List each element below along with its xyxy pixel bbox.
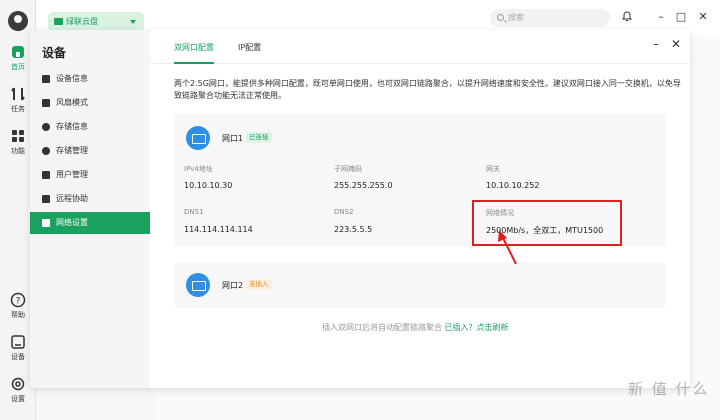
rail-device-label: 设备 (11, 353, 25, 361)
gateway-label: 网关 (486, 165, 500, 173)
footer-text: 插入双网口后将自动配置链路聚合 (322, 323, 442, 332)
footer-hint: 插入双网口后将自动配置链路聚合 已插入？点击刷新 (322, 322, 509, 333)
rail-home-label: 首页 (11, 63, 25, 71)
refresh-link[interactable]: 已插入？点击刷新 (445, 323, 509, 332)
watermark: 新 值 什么 (628, 380, 710, 398)
rail-features-label: 功能 (11, 147, 25, 155)
fan-icon (42, 99, 50, 107)
pie-icon (42, 123, 50, 131)
search-input[interactable]: 搜索 (490, 9, 610, 27)
drive-label: 绿联云盘 (66, 17, 98, 26)
sidebar-item-label: 风扇模式 (56, 98, 88, 107)
drive-selector[interactable]: 绿联云盘 (48, 12, 144, 32)
sidebar-item-remote-assist[interactable]: 远程协助 (30, 188, 150, 210)
maximize-icon[interactable]: □ (674, 10, 688, 24)
sidebar-item-storage-info[interactable]: 存储信息 (30, 116, 150, 138)
sidebar-item-label: 存储管理 (56, 146, 88, 155)
ethernet-port-icon (186, 273, 210, 297)
minimize-icon[interactable]: – (654, 10, 668, 24)
highlight-box (472, 200, 622, 246)
info-icon (42, 75, 50, 83)
active-tab-indicator (174, 62, 214, 64)
sidebar-item-network[interactable]: 网络设置 (30, 212, 150, 234)
port2-card: 网口2 未插入 (174, 262, 666, 308)
user-avatar[interactable] (8, 11, 28, 31)
port2-name: 网口2 (222, 281, 244, 290)
remote-icon (42, 195, 50, 203)
subnet-value: 255.255.255.0 (334, 181, 393, 190)
dialog-title: 设备 (42, 46, 67, 60)
users-icon (42, 171, 50, 179)
gateway-value: 10.10.10.252 (486, 181, 540, 190)
close-icon[interactable]: ✕ (670, 38, 682, 50)
rail-settings-label: 设置 (11, 395, 25, 403)
dialog-sidebar: 设备 设备信息 风扇模式 存储信息 存储管理 用户管理 远程协助 网络设置 (30, 30, 150, 388)
help-icon: ? (10, 292, 26, 308)
device-icon (11, 335, 25, 349)
sidebar-item-storage-manage[interactable]: 存储管理 (30, 140, 150, 162)
search-placeholder: 搜索 (508, 13, 524, 22)
gear-icon (11, 377, 25, 391)
sidebar-item-fan-mode[interactable]: 风扇模式 (30, 92, 150, 114)
disk-icon (42, 147, 50, 155)
rail-help-label: 帮助 (11, 311, 25, 319)
sidebar-item-label: 存储信息 (56, 122, 88, 131)
sidebar-item-label: 用户管理 (56, 170, 88, 179)
ethernet-port-icon (186, 126, 210, 150)
dialog-tabs: 双网口配置 IP配置 – ✕ (150, 30, 690, 64)
dns1-label: DNS1 (184, 208, 204, 216)
svg-text:?: ? (16, 297, 21, 307)
rail-tasks-label: 任务 (11, 105, 25, 113)
sidebar-item-label: 网络设置 (56, 218, 88, 227)
search-icon (497, 14, 504, 21)
status-badge: 已连接 (246, 132, 272, 143)
home-icon (12, 46, 24, 58)
close-icon[interactable]: ✕ (696, 10, 710, 24)
ipv4-label: IPv4地址 (184, 165, 213, 173)
port1-name: 网口1 (222, 134, 244, 143)
description-text: 两个2.5G网口，能提供多种网口配置，既可单网口使用，也可双网口链路聚合，以提升… (174, 79, 681, 100)
grid-icon (12, 130, 24, 142)
folder-icon (54, 18, 63, 25)
tab-dual-port[interactable]: 双网口配置 (174, 42, 214, 53)
dns2-value: 223.5.5.5 (334, 225, 373, 234)
tab-ip-config[interactable]: IP配置 (238, 42, 261, 53)
network-icon (42, 219, 50, 227)
minimize-icon[interactable]: – (650, 38, 662, 50)
status-badge: 未插入 (246, 279, 272, 290)
tasks-icon (11, 87, 25, 101)
dns1-value: 114.114.114.114 (184, 225, 253, 234)
subnet-label: 子网掩码 (334, 165, 362, 173)
sidebar-item-label: 设备信息 (56, 74, 88, 83)
chevron-down-icon (130, 20, 136, 24)
ipv4-value: 10.10.10.30 (184, 181, 233, 190)
sidebar-item-device-info[interactable]: 设备信息 (30, 68, 150, 90)
sidebar-item-label: 远程协助 (56, 194, 88, 203)
dns2-label: DNS2 (334, 208, 354, 216)
bell-icon[interactable] (620, 10, 634, 24)
sidebar-item-users[interactable]: 用户管理 (30, 164, 150, 186)
